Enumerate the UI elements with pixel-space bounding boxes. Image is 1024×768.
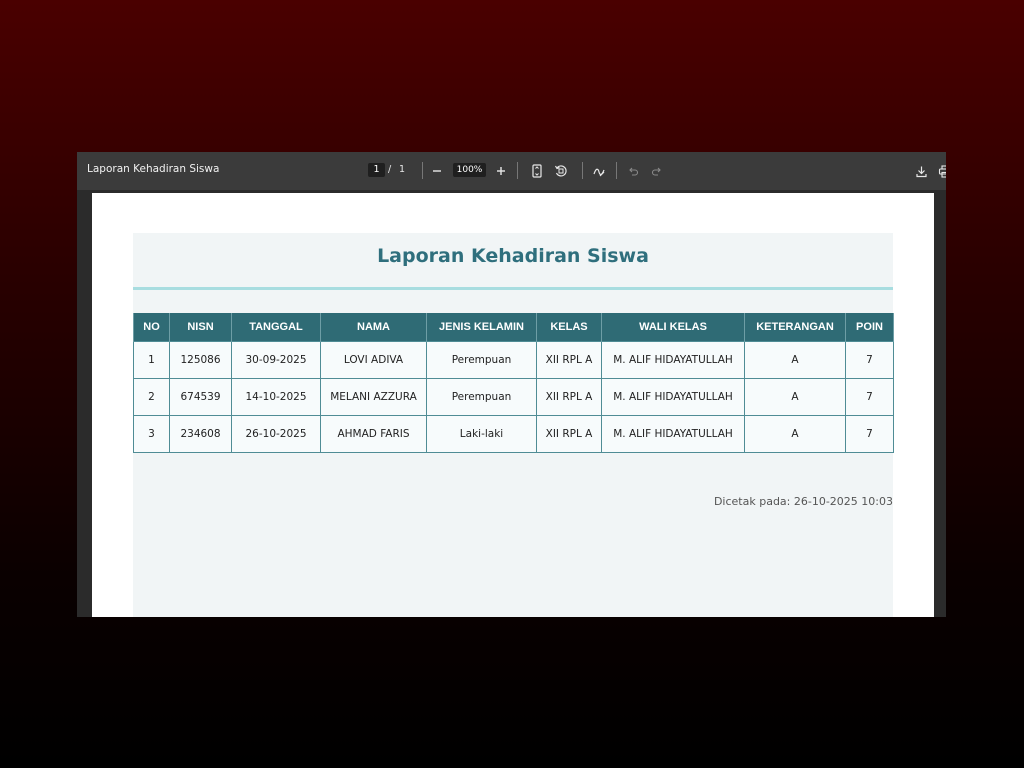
report-container: Laporan Kehadiran Siswa NO NISN TANGGAL …	[133, 233, 894, 617]
cell-poin: 7	[845, 378, 894, 416]
download-icon	[915, 166, 927, 177]
cell-kelas: XII RPL A	[536, 415, 602, 453]
cell-tanggal: 30-09-2025	[231, 341, 321, 379]
column-header-no: NO	[133, 313, 170, 342]
redo-button[interactable]	[647, 161, 667, 181]
redo-icon	[651, 167, 661, 176]
column-header-kelas: KELAS	[536, 313, 602, 342]
pdf-viewer-window: Laporan Kehadiran Siswa 1 / 1 100% Lapor…	[77, 152, 946, 617]
column-header-nisn: NISN	[169, 313, 232, 342]
cell-tanggal: 14-10-2025	[231, 378, 321, 416]
attendance-table: NO NISN TANGGAL NAMA JENIS KELAMIN KELAS…	[133, 313, 894, 453]
toolbar-divider	[422, 162, 423, 179]
cell-poin: 7	[845, 415, 894, 453]
cell-no: 3	[133, 415, 170, 453]
cell-kelas: XII RPL A	[536, 341, 602, 379]
cell-poin: 7	[845, 341, 894, 379]
minus-icon	[433, 170, 441, 172]
cell-nisn: 125086	[169, 341, 232, 379]
cell-no: 1	[133, 341, 170, 379]
title-divider	[133, 287, 893, 290]
page-number-input[interactable]: 1	[368, 163, 385, 177]
undo-icon	[629, 167, 639, 176]
table-row: 3 234608 26-10-2025 AHMAD FARIS Laki-lak…	[133, 415, 894, 453]
table-row: 1 125086 30-09-2025 LOVI ADIVA Perempuan…	[133, 341, 894, 379]
zoom-in-button[interactable]	[491, 161, 511, 181]
document-viewport[interactable]: Laporan Kehadiran Siswa NO NISN TANGGAL …	[77, 190, 946, 617]
column-header-nama: NAMA	[320, 313, 427, 342]
cell-no: 2	[133, 378, 170, 416]
cell-nama: MELANI AZZURA	[320, 378, 427, 416]
page-total: 1	[399, 164, 406, 175]
column-header-jenis-kelamin: JENIS KELAMIN	[426, 313, 537, 342]
print-icon	[938, 164, 946, 178]
document-title: Laporan Kehadiran Siswa	[87, 163, 220, 175]
cell-wali-kelas: M. ALIF HIDAYATULLAH	[601, 341, 745, 379]
cell-nisn: 234608	[169, 415, 232, 453]
cell-jenis-kelamin: Perempuan	[426, 378, 537, 416]
cell-wali-kelas: M. ALIF HIDAYATULLAH	[601, 415, 745, 453]
print-button[interactable]	[935, 161, 946, 181]
cell-nama: AHMAD FARIS	[320, 415, 427, 453]
cell-nisn: 674539	[169, 378, 232, 416]
zoom-out-button[interactable]	[427, 161, 447, 181]
toolbar-divider	[517, 162, 518, 179]
report-title: Laporan Kehadiran Siswa	[377, 245, 649, 267]
cell-kelas: XII RPL A	[536, 378, 602, 416]
fit-page-button[interactable]	[527, 161, 547, 181]
column-header-tanggal: TANGGAL	[231, 313, 321, 342]
printed-timestamp: Dicetak pada: 26-10-2025 10:03	[713, 495, 893, 508]
rotate-icon	[554, 165, 567, 177]
toolbar-divider	[582, 162, 583, 179]
column-header-wali-kelas: WALI KELAS	[601, 313, 745, 342]
undo-button[interactable]	[623, 161, 643, 181]
pdf-toolbar: Laporan Kehadiran Siswa 1 / 1 100%	[77, 152, 946, 190]
cell-keterangan: A	[744, 341, 846, 379]
cell-wali-kelas: M. ALIF HIDAYATULLAH	[601, 378, 745, 416]
annotate-button[interactable]	[589, 161, 609, 181]
page-separator: /	[388, 164, 392, 175]
rotate-button[interactable]	[551, 161, 571, 181]
plus-icon	[497, 167, 505, 175]
table-row: 2 674539 14-10-2025 MELANI AZZURA Peremp…	[133, 378, 894, 416]
download-button[interactable]	[911, 161, 931, 181]
cell-keterangan: A	[744, 415, 846, 453]
cell-keterangan: A	[744, 378, 846, 416]
cell-jenis-kelamin: Laki-laki	[426, 415, 537, 453]
cell-tanggal: 26-10-2025	[231, 415, 321, 453]
toolbar-divider	[616, 162, 617, 179]
column-header-poin: POIN	[845, 313, 894, 342]
pdf-page: Laporan Kehadiran Siswa NO NISN TANGGAL …	[92, 193, 934, 617]
fit-page-icon	[532, 164, 542, 178]
cell-nama: LOVI ADIVA	[320, 341, 427, 379]
column-header-keterangan: KETERANGAN	[744, 313, 846, 342]
draw-icon	[593, 168, 605, 177]
table-header-row: NO NISN TANGGAL NAMA JENIS KELAMIN KELAS…	[133, 313, 894, 342]
zoom-input[interactable]: 100%	[453, 163, 486, 177]
cell-jenis-kelamin: Perempuan	[426, 341, 537, 379]
